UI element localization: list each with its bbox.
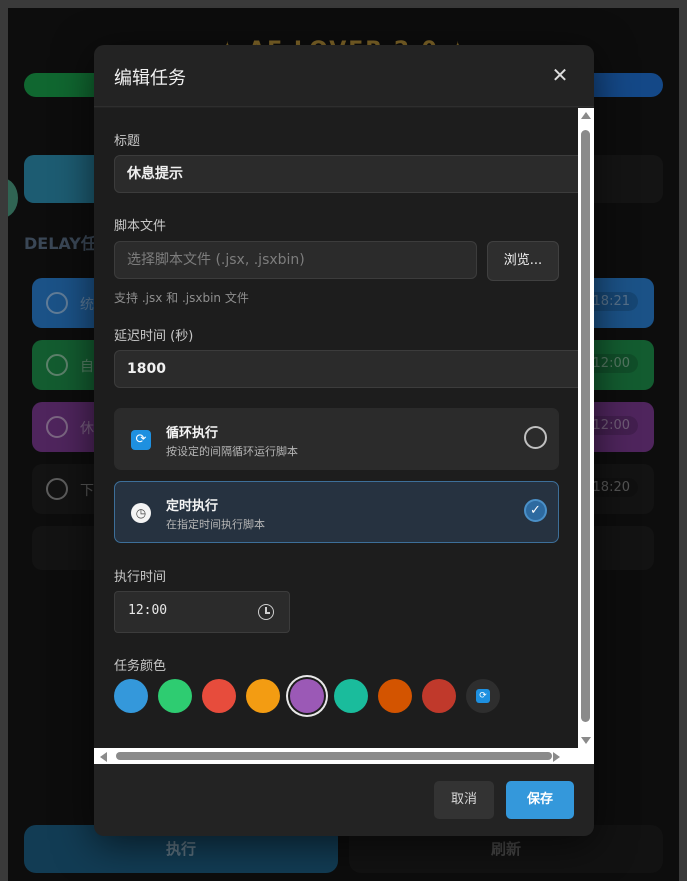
custom-color-button[interactable]: ⟳ [466,679,500,713]
scroll-thumb[interactable] [581,130,590,722]
mode-title: 循环执行 [166,426,219,441]
scroll-right-icon[interactable] [553,752,560,762]
dialog-body: 标题 休息提示 脚本文件 选择脚本文件 (.jsx, .jsxbin) 浏览..… [94,108,594,764]
mode-option-loop[interactable]: ⟳ 循环执行 按设定的间隔循环运行脚本 [114,408,559,470]
title-input[interactable]: 休息提示 [114,155,578,193]
color-swatch-blue[interactable] [114,679,148,713]
title-label: 标题 [114,134,141,149]
color-swatch-darkred[interactable] [422,679,456,713]
save-button[interactable]: 保存 [506,781,574,819]
dialog-scroll-area: 标题 休息提示 脚本文件 选择脚本文件 (.jsx, .jsxbin) 浏览..… [94,108,578,748]
scroll-down-icon[interactable] [581,737,591,744]
color-swatch-teal[interactable] [334,679,368,713]
delay-label: 延迟时间 (秒) [114,329,194,344]
exec-time-label: 执行时间 [114,570,167,585]
clock-icon: ◷ [131,503,151,523]
mode-title: 定时执行 [166,499,219,514]
dialog-footer: 取消 保存 [94,764,594,836]
color-swatch-green[interactable] [158,679,192,713]
scroll-thumb[interactable] [116,752,552,760]
dialog-title: 编辑任务 [114,68,186,89]
mode-desc: 在指定时间执行脚本 [166,518,265,531]
clock-icon[interactable] [258,604,274,620]
scroll-up-icon[interactable] [581,112,591,119]
radio-button-checked[interactable]: ✓ [524,499,547,522]
script-file-input[interactable]: 选择脚本文件 (.jsx, .jsxbin) [114,241,477,279]
mode-option-scheduled[interactable]: ◷ 定时执行 在指定时间执行脚本 ✓ [114,481,559,543]
horizontal-scrollbar[interactable] [94,748,578,764]
radio-button[interactable] [524,426,547,449]
dialog-header: 编辑任务 ✕ [94,45,594,107]
cancel-button[interactable]: 取消 [434,781,494,819]
color-swatch-purple[interactable] [290,679,324,713]
scroll-left-icon[interactable] [100,752,107,762]
color-label: 任务颜色 [114,659,167,674]
color-swatch-orange[interactable] [246,679,280,713]
script-hint: 支持 .jsx 和 .jsxbin 文件 [114,291,249,305]
browse-button[interactable]: 浏览... [487,241,559,281]
loop-icon: ⟳ [131,430,151,450]
exec-time-input[interactable]: 12:00 [114,591,290,633]
mode-desc: 按设定的间隔循环运行脚本 [166,445,298,458]
script-label: 脚本文件 [114,219,167,234]
close-icon[interactable]: ✕ [550,63,570,87]
edit-task-dialog: 编辑任务 ✕ 标题 休息提示 脚本文件 选择脚本文件 (.jsx, .jsxbi… [94,45,594,836]
color-swatch-red[interactable] [202,679,236,713]
time-value: 12:00 [128,603,168,618]
color-swatch-pumpkin[interactable] [378,679,412,713]
vertical-scrollbar[interactable] [578,108,594,748]
refresh-icon: ⟳ [476,689,490,703]
delay-input[interactable]: 1800 [114,350,578,388]
